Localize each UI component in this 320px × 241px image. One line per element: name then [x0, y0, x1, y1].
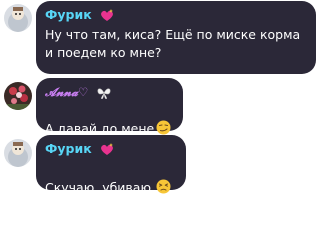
message-text: А давай до мене [45, 102, 171, 138]
sender-name-text: Фурик [45, 141, 92, 156]
sender-name-text: 𝓐𝓷𝓷𝓪♡ [45, 85, 89, 99]
sender-name[interactable]: Фурик [45, 142, 114, 156]
message-text: Скучаю, убиваю [45, 161, 171, 197]
avatar-furik[interactable] [4, 4, 32, 32]
message-bubble[interactable]: 𝓐𝓷𝓷𝓪♡ А давай до мене [36, 78, 183, 136]
butterfly-icon [97, 87, 111, 99]
chat-screen: Фурик Ну что там, киса? Ещё по миске кор… [0, 0, 320, 241]
persevering-face-icon [156, 179, 171, 194]
message-text-content: Скучаю, убиваю [45, 180, 151, 195]
message-bubble[interactable]: Фурик Скучаю, убиваю [36, 135, 186, 195]
sender-name[interactable]: 𝓐𝓷𝓷𝓪♡ [45, 85, 112, 100]
sender-name-text: Фурик [45, 7, 92, 22]
message-text: Ну что там, киса? Ещё по миске корма и п… [45, 27, 301, 60]
avatar-furik[interactable] [4, 139, 32, 167]
avatar-anna[interactable] [4, 82, 32, 110]
message-bubble[interactable]: Фурик Ну что там, киса? Ещё по миске кор… [36, 1, 316, 74]
smirking-face-icon [156, 120, 171, 135]
message-text-content: А давай до мене [45, 121, 155, 136]
sparkling-heart-icon [101, 9, 114, 21]
sender-name[interactable]: Фурик [45, 8, 114, 22]
sparkling-heart-icon [101, 143, 114, 155]
